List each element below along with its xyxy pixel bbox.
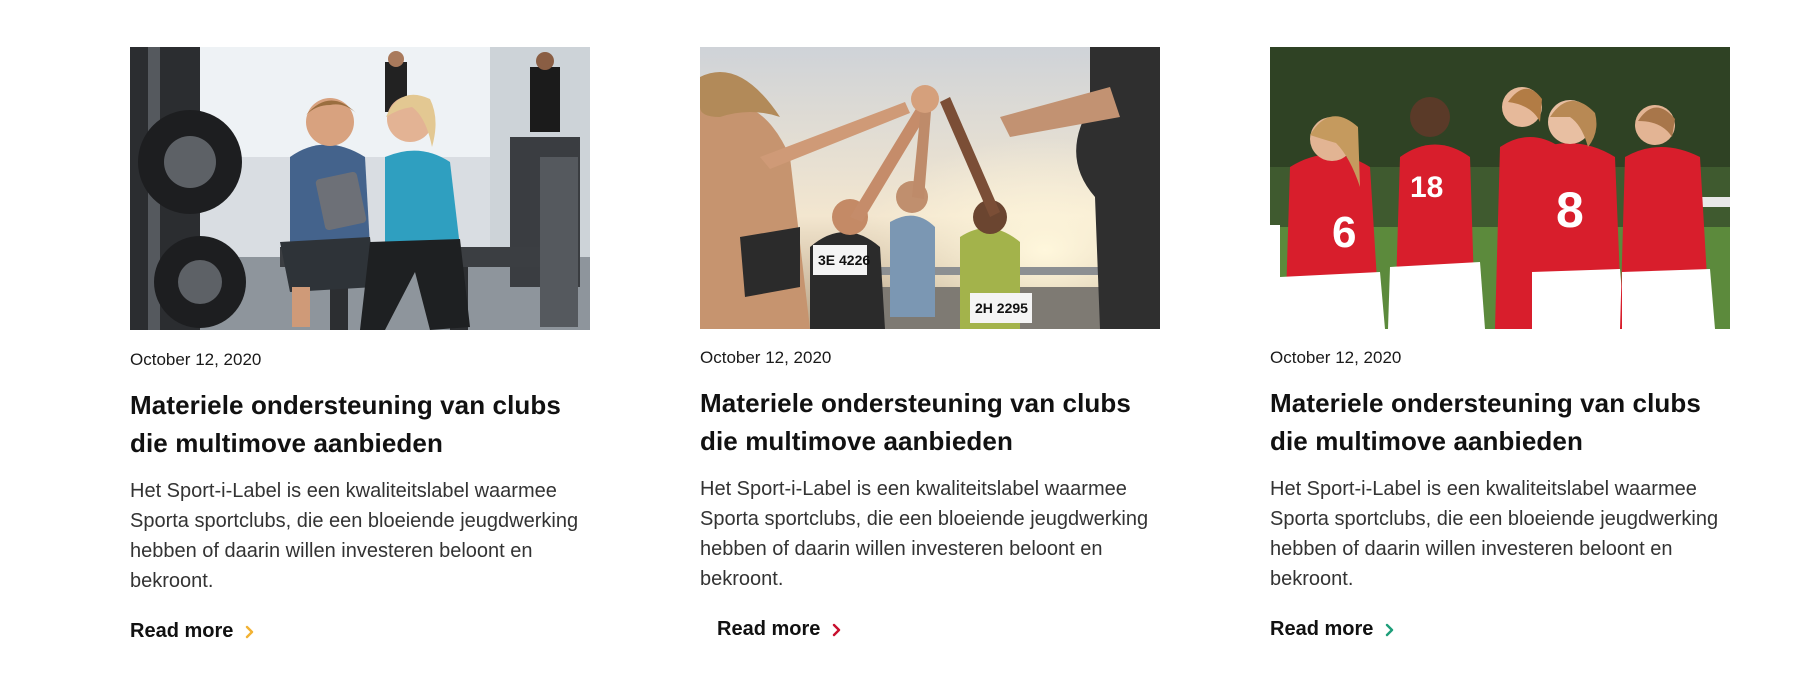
card-image-gym[interactable] (130, 47, 590, 330)
card-image-runners[interactable]: 3E 4226 2H 2295 (700, 47, 1160, 329)
chevron-right-icon (1383, 623, 1397, 637)
shirt-number: 18 (1410, 171, 1443, 204)
shirt-number: 6 (1332, 208, 1356, 257)
card-title[interactable]: Materiele ondersteuning van clubs die mu… (700, 384, 1160, 460)
chevron-right-icon (243, 625, 257, 639)
read-more-label: Read more (1270, 618, 1374, 640)
card-excerpt: Het Sport-i-Label is een kwaliteitslabel… (1270, 478, 1719, 590)
read-more-link[interactable]: Read more (717, 618, 844, 641)
news-card: October 12, 2020 Materiele ondersteuning… (130, 47, 590, 643)
card-title[interactable]: Materiele ondersteuning van clubs die mu… (130, 386, 590, 462)
news-card: 3E 4226 2H 2295 October 12, 2020 Materie… (700, 47, 1160, 641)
read-more-label: Read more (130, 620, 234, 642)
football-photo: 6 18 8 (1270, 47, 1730, 329)
card-excerpt: Het Sport-i-Label is een kwaliteitslabel… (130, 480, 579, 592)
chevron-right-icon (830, 623, 844, 637)
news-card: 6 18 8 October 12, 2020 Materiele onders… (1270, 47, 1730, 641)
gym-photo (130, 47, 590, 330)
card-date: October 12, 2020 (130, 350, 262, 369)
read-more-link[interactable]: Read more (130, 620, 257, 643)
bib-number: 3E 4226 (818, 252, 870, 268)
card-image-football[interactable]: 6 18 8 (1270, 47, 1730, 329)
card-date: October 12, 2020 (700, 348, 832, 367)
card-excerpt: Het Sport-i-Label is een kwaliteitslabel… (700, 478, 1149, 590)
runners-photo: 3E 4226 2H 2295 (700, 47, 1160, 329)
card-date: October 12, 2020 (1270, 348, 1402, 367)
card-title[interactable]: Materiele ondersteuning van clubs die mu… (1270, 384, 1730, 460)
read-more-link[interactable]: Read more (1270, 618, 1397, 641)
news-cards: October 12, 2020 Materiele ondersteuning… (0, 0, 1800, 677)
shirt-number: 8 (1556, 182, 1584, 238)
read-more-label: Read more (717, 618, 821, 640)
bib-number: 2H 2295 (975, 300, 1028, 316)
